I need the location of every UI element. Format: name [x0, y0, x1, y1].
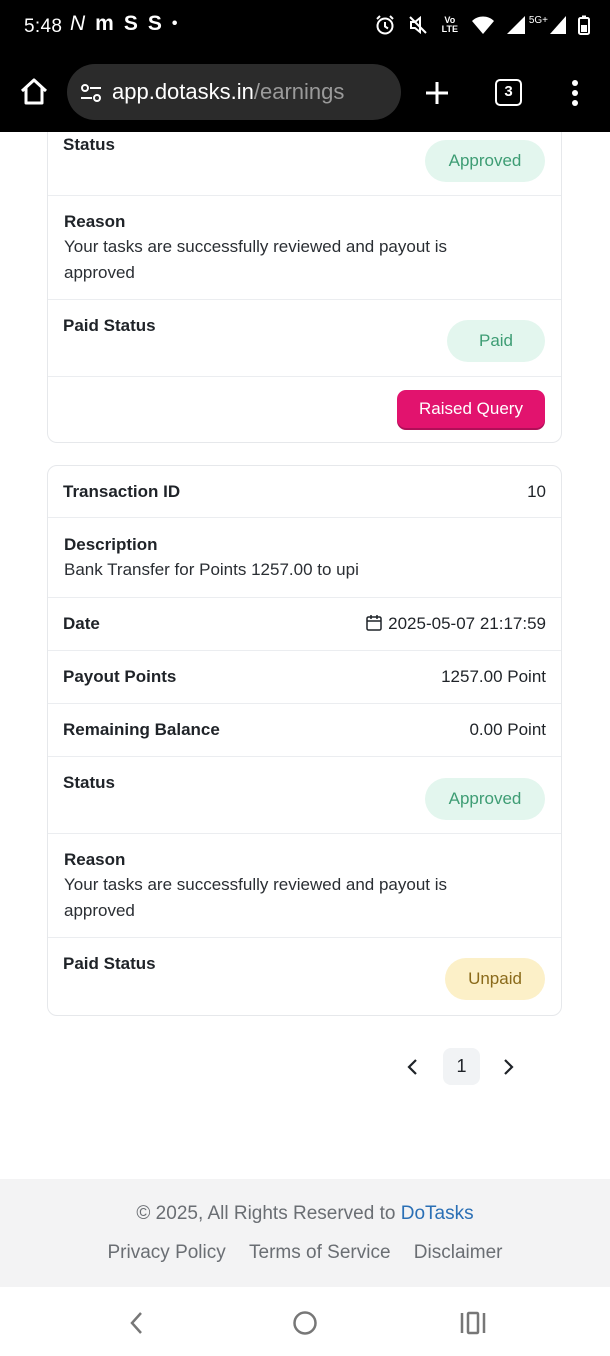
system-status-bar: 5:48 N m S S • Vo LTE 5G+ — [0, 0, 610, 54]
remaining-balance-row: Remaining Balance 0.00 Point — [48, 704, 561, 757]
pagination: 1 — [0, 1047, 610, 1087]
system-navigation-bar — [0, 1287, 610, 1356]
remaining-balance-label: Remaining Balance — [63, 720, 220, 739]
paid-status-label: Paid Status — [63, 316, 156, 335]
notification-icons: N m S S • — [70, 12, 178, 36]
recent-apps-icon[interactable] — [460, 1311, 486, 1335]
system-icons: Vo LTE 5G+ — [374, 14, 590, 36]
copyright: © 2025, All Rights Reserved to DoTasks — [0, 1203, 610, 1225]
paid-status-badge: Unpaid — [445, 958, 545, 1000]
date-label: Date — [63, 614, 100, 633]
paid-status-row: Paid Status Unpaid — [48, 938, 561, 1015]
paid-status-label: Paid Status — [63, 954, 156, 973]
notification-dot-icon: • — [171, 15, 178, 32]
reason-label: Reason — [64, 212, 126, 231]
next-page-icon[interactable] — [500, 1057, 516, 1077]
page-number-button[interactable]: 1 — [443, 1048, 480, 1085]
previous-page-icon[interactable] — [405, 1057, 421, 1077]
mute-icon — [409, 15, 427, 35]
transaction-id-label: Transaction ID — [63, 482, 181, 501]
raised-query-button[interactable]: Raised Query — [397, 390, 545, 428]
calendar-icon — [366, 615, 382, 631]
disclaimer-link[interactable]: Disclaimer — [414, 1242, 503, 1263]
description-label: Description — [64, 535, 158, 554]
status-label: Status — [63, 135, 115, 154]
tab-switcher-button[interactable]: 3 — [495, 79, 522, 106]
back-icon[interactable] — [128, 1311, 146, 1335]
privacy-policy-link[interactable]: Privacy Policy — [108, 1242, 226, 1263]
remaining-balance-value: 0.00 Point — [469, 720, 546, 739]
footer-links: Privacy Policy Terms of Service Disclaim… — [0, 1242, 610, 1264]
date-row: Date 2025-05-07 21:17:59 — [48, 598, 561, 651]
new-tab-icon[interactable] — [424, 80, 450, 106]
notification-icon-s1: S — [123, 12, 138, 35]
url-path: /earnings — [253, 79, 345, 104]
clock: 5:48 — [24, 16, 63, 37]
wifi-icon — [471, 16, 494, 34]
more-menu-icon[interactable] — [570, 80, 580, 106]
battery-icon — [578, 15, 590, 35]
address-bar[interactable]: app.dotasks.in/earnings — [67, 64, 401, 120]
url-text[interactable]: app.dotasks.in/earnings — [112, 79, 344, 105]
status-label: Status — [63, 773, 115, 792]
paid-status-row: Paid Status Paid — [48, 300, 561, 377]
transaction-id-value: 10 — [527, 482, 546, 501]
signal-icon — [506, 16, 525, 34]
date-value-wrap: 2025-05-07 21:17:59 — [366, 614, 546, 634]
browser-toolbar: app.dotasks.in/earnings 3 — [0, 54, 610, 132]
reason-text: Your tasks are successfully reviewed and… — [64, 875, 448, 920]
status-badge: Approved — [425, 140, 545, 182]
reason-row: Reason Your tasks are successfully revie… — [48, 196, 561, 300]
url-host: app.dotasks.in — [112, 79, 254, 104]
payout-points-label: Payout Points — [63, 667, 177, 686]
site-settings-icon[interactable] — [79, 82, 103, 104]
payout-points-value: 1257.00 Point — [441, 667, 546, 686]
description-text: Bank Transfer for Points 1257.00 to upi — [64, 560, 359, 579]
reason-text: Your tasks are successfully reviewed and… — [64, 237, 448, 282]
copyright-text: © 2025, All Rights Reserved to — [136, 1203, 401, 1224]
home-icon[interactable] — [18, 76, 50, 108]
transaction-card: Transaction ID 10 Description Bank Trans… — [47, 465, 562, 1016]
date-value: 2025-05-07 21:17:59 — [388, 614, 546, 633]
transaction-id-row: Transaction ID 10 — [48, 466, 561, 518]
signal-2-icon — [550, 16, 566, 34]
earnings-page: Status Approved Reason Your tasks are su… — [0, 132, 610, 1178]
query-row: Raised Query — [48, 377, 561, 442]
description-row: Description Bank Transfer for Points 125… — [48, 518, 561, 598]
volte-icon: Vo LTE — [441, 15, 458, 34]
network-type-label: 5G+ — [528, 14, 548, 26]
page-footer: © 2025, All Rights Reserved to DoTasks P… — [0, 1179, 610, 1287]
brand-link[interactable]: DoTasks — [401, 1203, 474, 1224]
terms-of-service-link[interactable]: Terms of Service — [249, 1242, 390, 1263]
notification-icon-n: N — [70, 12, 86, 35]
home-nav-icon[interactable] — [292, 1310, 318, 1336]
reason-label: Reason — [64, 850, 126, 869]
status-badge: Approved — [425, 778, 545, 820]
notification-icon-s2: S — [147, 12, 162, 35]
alarm-icon — [376, 15, 394, 35]
status-row: Status Approved — [48, 132, 561, 196]
notification-icon-m: m — [95, 12, 114, 35]
reason-row: Reason Your tasks are successfully revie… — [48, 834, 561, 938]
transaction-card: Status Approved Reason Your tasks are su… — [47, 132, 562, 443]
paid-status-badge: Paid — [447, 320, 545, 362]
payout-points-row: Payout Points 1257.00 Point — [48, 651, 561, 704]
status-row: Status Approved — [48, 757, 561, 834]
